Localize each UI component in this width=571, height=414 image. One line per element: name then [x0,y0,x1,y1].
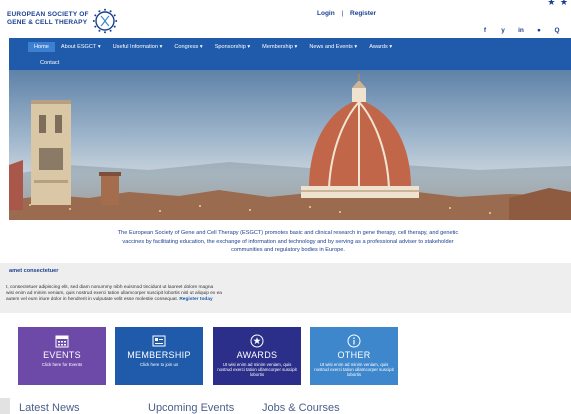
linkedin-icon[interactable]: in [517,27,525,34]
florence-skyline-image [9,74,571,220]
events-tile[interactable]: EVENTS Click here for Events [18,327,106,385]
info-band-line-3-text: autem vel eum iriure dolor in hendrerit … [6,297,178,302]
info-band-line-3: autem vel eum iriure dolor in hendrerit … [6,297,566,303]
register-today-link[interactable]: Register today [179,297,212,302]
other-tile-title: OTHER [337,350,371,360]
intro-text: The European Society of Gene and Cell Th… [18,229,558,255]
left-gray-block [0,398,10,414]
logo-line-1: EUROPEAN SOCIETY OF [7,11,89,18]
info-band-title: amet consectetuer [9,268,59,274]
jobs-courses-heading[interactable]: Jobs & Courses [262,402,340,414]
login-link[interactable]: Login [317,10,335,17]
events-tile-subtitle: Click here for Events [41,362,83,367]
awards-tile-subtitle: Ut wisi enim ad minim veniam, quis nostr… [217,362,297,377]
calendar-icon [55,335,69,348]
logo-text[interactable]: EUROPEAN SOCIETY OF GENE & CELL THERAPY [7,11,89,27]
awards-tile[interactable]: AWARDS Ut wisi enim ad minim veniam, qui… [213,327,301,385]
top-links: Login | Register [317,10,376,17]
intro-line-2: vaccines by facilitating education, the … [122,238,454,245]
events-tile-title: EVENTS [43,350,81,360]
feature-tiles: EVENTS Click here for Events MEMBERSHIP … [18,327,398,385]
twitter-icon[interactable]: y [499,27,507,34]
other-tile-subtitle: Ut wisi enim ad minim veniam, quis nostr… [314,362,394,377]
social-links: f y in ● Q [481,27,561,34]
info-icon [347,334,361,348]
awards-tile-title: AWARDS [236,350,278,360]
intro-line-3: communities and regulatory bodies in Eur… [231,247,345,253]
membership-tile-subtitle: Click here to join us [139,362,179,367]
nav-item-membership[interactable]: Membership ▾ [256,42,303,52]
logo-line-2: GENE & CELL THERAPY [7,19,88,26]
chat-icon[interactable]: ● [535,27,543,34]
star-award-icon [250,334,264,348]
other-tile[interactable]: OTHER Ut wisi enim ad minim veniam, quis… [310,327,398,385]
info-band-text: t, consectetuer adipiscing elit, sed dia… [6,285,566,303]
membership-tile[interactable]: MEMBERSHIP Click here to join us [115,327,203,385]
nav-row: Home About ESGCT ▾ Useful Information ▾ … [28,42,398,52]
upcoming-events-heading[interactable]: Upcoming Events [148,402,234,414]
latest-news-heading[interactable]: Latest News [19,402,80,414]
nav-item-sponsorship[interactable]: Sponsorship ▾ [209,42,256,52]
nav-item-awards[interactable]: Awards ▾ [363,42,398,52]
nav-item-home[interactable]: Home [28,42,55,52]
top-links-separator: | [341,10,344,17]
main-navigation: Home About ESGCT ▾ Useful Information ▾ … [9,38,571,70]
search-icon[interactable]: Q [553,27,561,34]
nav-item-useful-information[interactable]: Useful Information ▾ [107,42,169,52]
nav-item-about[interactable]: About ESGCT ▾ [55,42,107,52]
site-header: EUROPEAN SOCIETY OF GENE & CELL THERAPY … [0,0,571,38]
nav-item-news-events[interactable]: News and Events ▾ [303,42,363,52]
hero-banner [9,70,571,220]
nav-item-contact[interactable]: Contact [34,58,65,68]
register-link[interactable]: Register [350,10,376,17]
membership-card-icon [152,335,166,347]
esgct-emblem-icon[interactable] [92,8,118,34]
intro-line-1: The European Society of Gene and Cell Th… [117,230,459,236]
membership-tile-title: MEMBERSHIP [127,350,191,360]
nav-item-congress[interactable]: Congress ▾ [168,42,208,52]
facebook-icon[interactable]: f [481,27,489,34]
